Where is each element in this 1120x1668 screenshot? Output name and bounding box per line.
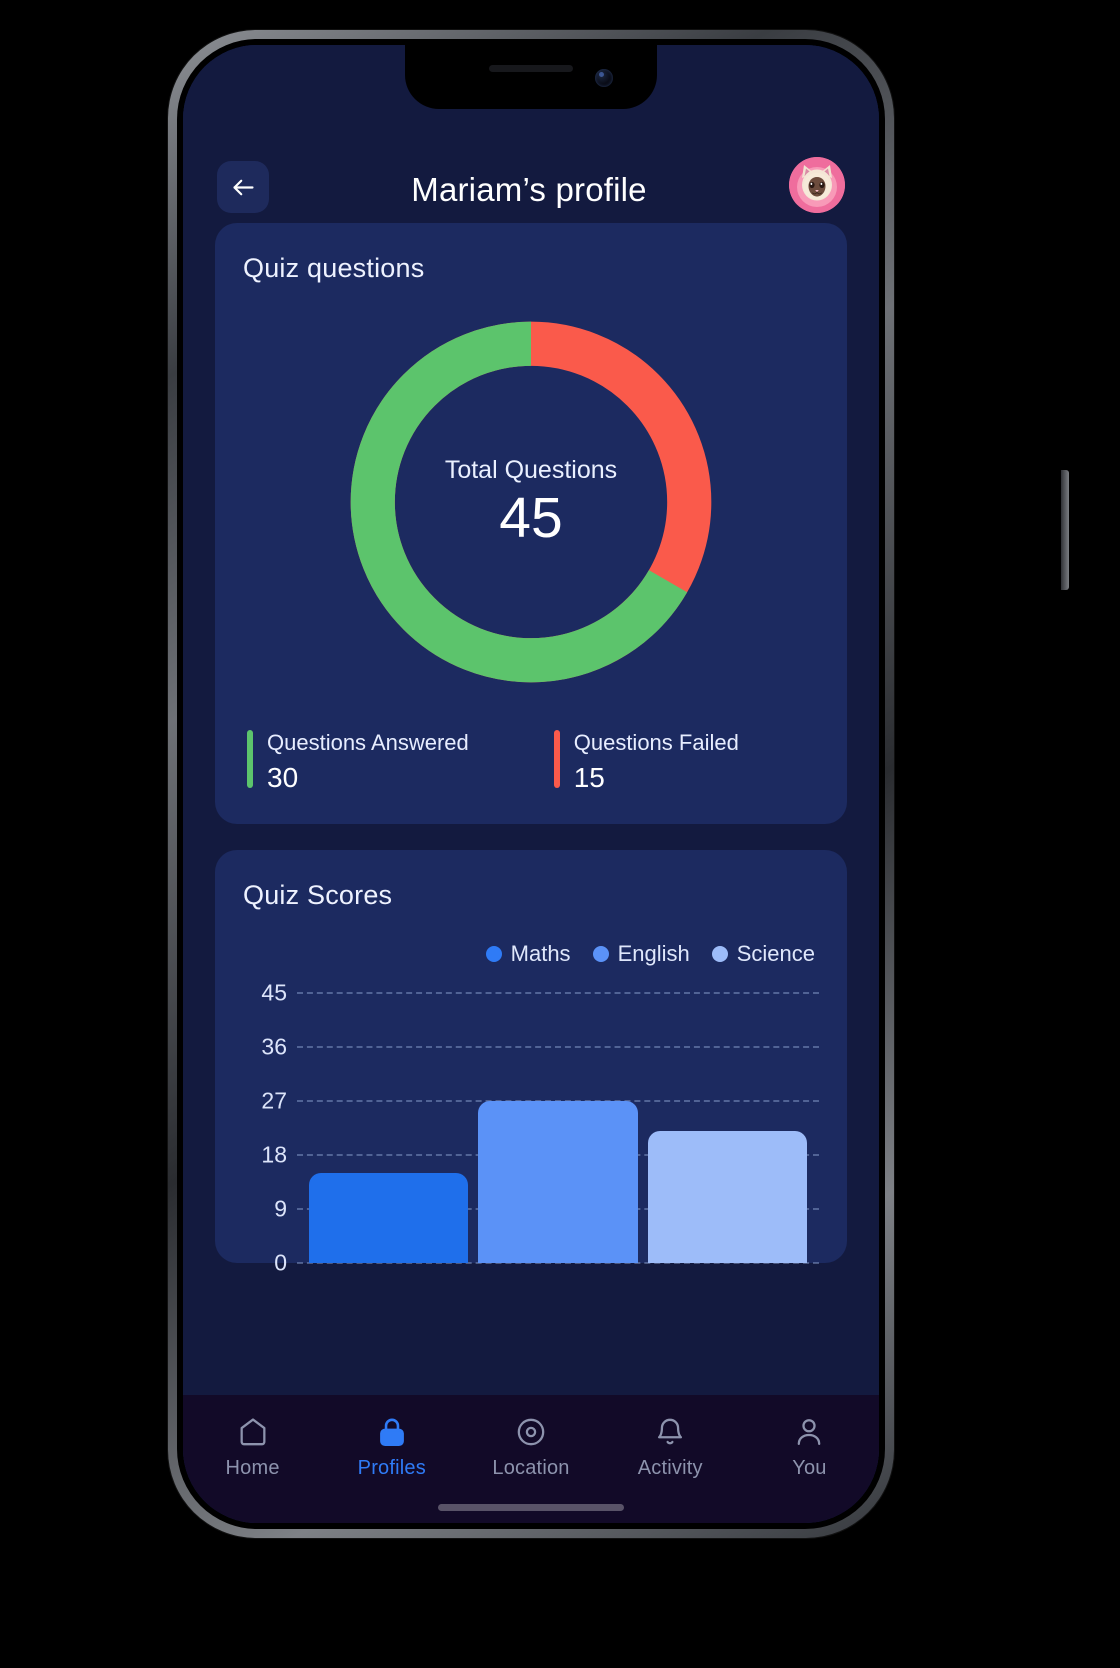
legend-text-failed: Questions Failed 15: [574, 730, 739, 794]
person-icon: [792, 1415, 826, 1449]
bar-maths[interactable]: [309, 1173, 469, 1263]
power-button[interactable]: [1061, 470, 1069, 590]
y-tick-9: 9: [274, 1195, 287, 1222]
cat-avatar-icon: [789, 157, 845, 213]
nav-label-location: Location: [492, 1457, 570, 1479]
bar-chart: 45 36 27 18 9 0: [243, 980, 819, 1276]
donut-legend: Questions Answered 30 Questions Failed 1…: [243, 730, 819, 794]
avatar[interactable]: [789, 157, 845, 213]
plot-area: [297, 992, 819, 1264]
back-button[interactable]: [217, 161, 269, 213]
app-root: Mariam’s profile Quiz questions Total Qu…: [183, 45, 879, 1523]
bar-legend-item-english[interactable]: English: [592, 941, 690, 967]
arrow-left-icon: [230, 174, 257, 201]
legend-value-answered: 30: [267, 762, 299, 793]
nav-item-home[interactable]: Home: [183, 1415, 322, 1480]
donut-chart-wrap: Total Questions 45: [243, 318, 819, 686]
y-axis: 45 36 27 18 9 0: [243, 980, 297, 1276]
nav-item-you[interactable]: You: [740, 1415, 879, 1480]
bar-chart-legend: Maths English Science: [243, 941, 819, 967]
legend-label-failed: Questions Failed: [573, 730, 739, 755]
earpiece-speaker: [489, 65, 573, 72]
home-icon: [236, 1415, 270, 1449]
legend-value-failed: 15: [573, 762, 605, 793]
phone-screen: Mariam’s profile Quiz questions Total Qu…: [183, 45, 879, 1523]
y-tick-18: 18: [261, 1141, 287, 1168]
legend-color-swatch-failed: [553, 730, 560, 788]
lock-icon: [375, 1415, 409, 1449]
front-camera-icon: [595, 69, 613, 87]
legend-label-maths: Maths: [510, 941, 571, 966]
donut-chart: Total Questions 45: [347, 318, 715, 686]
y-tick-0: 0: [274, 1249, 287, 1276]
legend-label-science: Science: [736, 941, 815, 966]
legend-dot-science: [711, 946, 728, 962]
nav-item-activity[interactable]: Activity: [601, 1415, 740, 1480]
quiz-questions-title: Quiz questions: [243, 253, 425, 283]
nav-label-you: You: [792, 1457, 827, 1479]
legend-color-swatch-answered: [247, 730, 253, 788]
quiz-scores-card: Quiz Scores Maths English Science 45 36 …: [215, 850, 847, 1276]
scroll-content[interactable]: Quiz questions Total Questions 45 Questi…: [183, 223, 879, 1395]
legend-label-english: English: [617, 941, 690, 966]
bar-legend-item-maths[interactable]: Maths: [485, 941, 571, 967]
donut-center: Total Questions 45: [347, 318, 715, 686]
nav-label-activity: Activity: [637, 1457, 703, 1479]
nav-label-home: Home: [225, 1457, 280, 1479]
page-title: Mariam’s profile: [411, 171, 647, 208]
home-indicator[interactable]: [438, 1504, 624, 1511]
screenshot-stage: Mariam’s profile Quiz questions Total Qu…: [0, 0, 1120, 1668]
legend-text-answered: Questions Answered 30: [267, 730, 469, 794]
legend-item-failed: Questions Failed 15: [553, 730, 815, 794]
phone-bezel: Mariam’s profile Quiz questions Total Qu…: [177, 39, 885, 1529]
bell-icon: [653, 1415, 687, 1449]
notch: [405, 45, 657, 109]
legend-dot-maths: [485, 946, 502, 962]
phone-frame: Mariam’s profile Quiz questions Total Qu…: [168, 30, 1069, 1538]
y-tick-45: 45: [261, 979, 287, 1006]
nav-item-profiles[interactable]: Profiles: [322, 1415, 461, 1480]
quiz-scores-title: Quiz Scores: [243, 880, 393, 910]
legend-item-answered: Questions Answered 30: [247, 730, 554, 794]
location-target-icon: [514, 1415, 548, 1449]
legend-dot-english: [592, 946, 609, 962]
y-tick-36: 36: [261, 1033, 287, 1060]
bars-group: [309, 993, 807, 1263]
legend-label-answered: Questions Answered: [267, 730, 469, 755]
nav-label-profiles: Profiles: [357, 1457, 426, 1479]
donut-center-label: Total Questions: [444, 455, 618, 484]
y-tick-27: 27: [261, 1087, 287, 1114]
donut-center-value: 45: [499, 485, 563, 550]
bar-legend-item-science[interactable]: Science: [711, 941, 815, 967]
quiz-questions-card: Quiz questions Total Questions 45 Questi…: [215, 223, 847, 824]
bar-science[interactable]: [647, 1130, 807, 1263]
bar-english[interactable]: [478, 1101, 638, 1263]
nav-item-location[interactable]: Location: [461, 1415, 600, 1480]
